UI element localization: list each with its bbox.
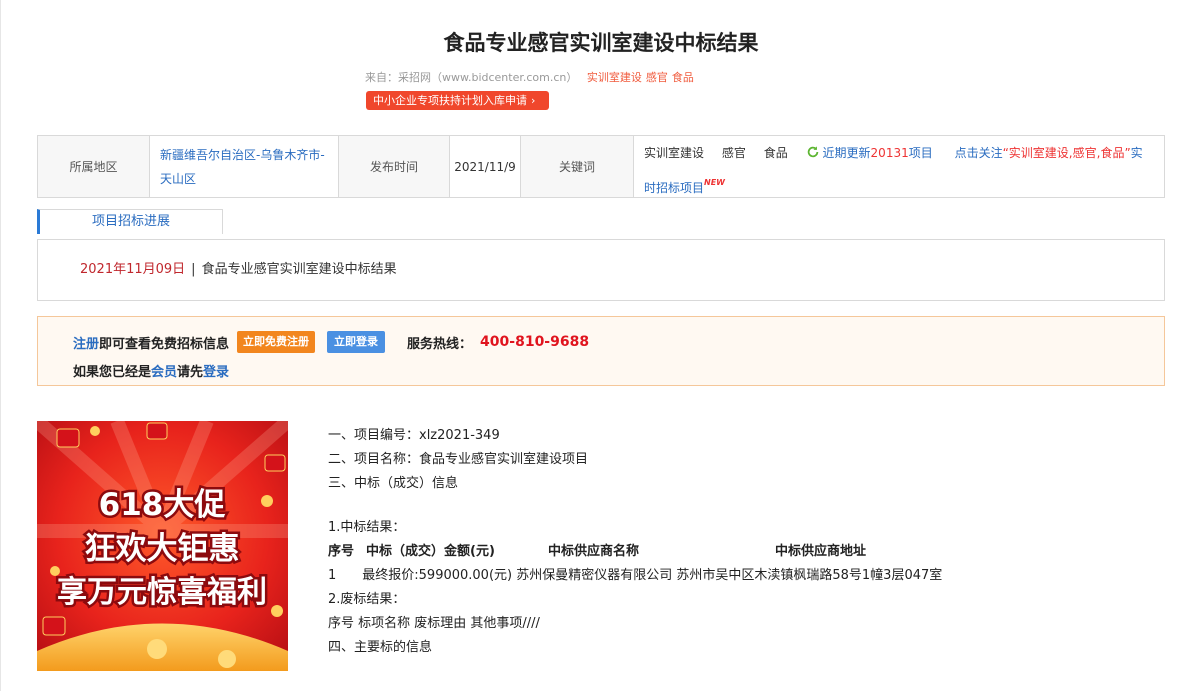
promo-banner-ad[interactable]: 618大促 狂欢大钜惠 享万元惊喜福利 bbox=[37, 421, 288, 671]
chevron-right-icon: › bbox=[531, 94, 536, 107]
member-prefix: 如果您已经是 bbox=[73, 365, 152, 380]
tag-link[interactable]: 实训室建设 bbox=[587, 71, 642, 84]
progress-date: 2021年11月09日 bbox=[80, 262, 186, 277]
new-badge: NEW bbox=[704, 178, 725, 187]
failed-bid-row: 序号 标项名称 废标理由 其他事项//// bbox=[328, 616, 540, 631]
ad-line-2: 狂欢大钜惠 bbox=[85, 531, 240, 567]
tab-bid-progress[interactable]: 项目招标进展 bbox=[37, 209, 223, 234]
recent-prefix: 近期更新 bbox=[822, 146, 871, 160]
tag-link[interactable]: 食品 bbox=[672, 71, 694, 84]
follow-keywords: “实训室建设,感官,食品” bbox=[1002, 146, 1131, 160]
ad-line-1: 618大促 bbox=[99, 487, 226, 523]
refresh-icon bbox=[807, 146, 818, 158]
sme-apply-label: 中小企业专项扶持计划入库申请 bbox=[373, 94, 527, 107]
register-text: 即可查看免费招标信息 bbox=[99, 336, 230, 352]
sme-apply-button[interactable]: 中小企业专项扶持计划入库申请 › bbox=[366, 91, 550, 110]
region-value-link[interactable]: 新疆维吾尔自治区-乌鲁木齐市-天山区 bbox=[150, 136, 339, 197]
project-number: 一、项目编号：xlz2021-349 bbox=[328, 428, 500, 443]
main-subject-heading: 四、主要标的信息 bbox=[328, 640, 433, 655]
keyword-cell: 实训室建设 感官 食品 近期更新20131项目 点击关注“实训室建设,感官,食品… bbox=[634, 136, 1164, 197]
recent-suffix: 项目 bbox=[908, 146, 933, 160]
col-amount: 中标（成交）金额(元) bbox=[366, 544, 495, 559]
time-label: 发布时间 bbox=[339, 136, 450, 197]
award-table-header: 序号 中标（成交）金额(元) 中标供应商名称 中标供应商地址 bbox=[328, 540, 942, 564]
recent-updates-link[interactable]: 近期更新20131项目 bbox=[806, 146, 937, 160]
follow-prefix: 点击关注 bbox=[954, 146, 1003, 160]
keyword-label: 关键词 bbox=[521, 136, 634, 197]
progress-separator: | bbox=[191, 262, 196, 277]
time-value: 2021/11/9 bbox=[450, 136, 521, 197]
progress-list: 2021年11月09日 | 食品专业感官实训室建设中标结果 bbox=[37, 239, 1165, 301]
region-label: 所属地区 bbox=[38, 136, 150, 197]
tag-list: 实训室建设 感官 食品 bbox=[587, 71, 698, 84]
hotline-label: 服务热线： bbox=[407, 336, 473, 352]
project-name: 二、项目名称：食品专业感官实训室建设项目 bbox=[328, 452, 589, 467]
col-supplier: 中标供应商名称 bbox=[548, 544, 640, 559]
announcement-body: 一、项目编号：xlz2021-349 二、项目名称：食品专业感官实训室建设项目 … bbox=[328, 424, 942, 660]
source-text: 来自：采招网（www.bidcenter.com.cn） bbox=[365, 71, 578, 84]
hotline-number: 400-810-9688 bbox=[480, 334, 590, 350]
member-mid: 请先 bbox=[177, 365, 204, 380]
ad-line-3: 享万元惊喜福利 bbox=[57, 575, 267, 610]
award-result-heading: 1.中标结果： bbox=[328, 520, 406, 535]
login-link[interactable]: 登录 bbox=[203, 365, 229, 380]
page-title: 食品专业感官实训室建设中标结果 bbox=[443, 31, 759, 55]
keyword-link[interactable]: 实训室建设 bbox=[644, 146, 704, 160]
award-table-row: 1 最终报价:599000.00(元) 苏州保曼精密仪器有限公司 苏州市吴中区木… bbox=[328, 568, 943, 583]
promo-banner-graphic: 618大促 狂欢大钜惠 享万元惊喜福利 bbox=[37, 421, 288, 671]
recent-count: 20131 bbox=[870, 146, 909, 160]
keyword-link[interactable]: 食品 bbox=[764, 146, 788, 160]
member-link[interactable]: 会员 bbox=[151, 365, 177, 380]
keyword-link[interactable]: 感官 bbox=[722, 146, 746, 160]
col-index: 序号 bbox=[328, 544, 355, 559]
info-table: 所属地区 新疆维吾尔自治区-乌鲁木齐市-天山区 发布时间 2021/11/9 关… bbox=[37, 135, 1165, 198]
award-info-heading: 三、中标（成交）信息 bbox=[328, 476, 459, 491]
source-line: 来自：采招网（www.bidcenter.com.cn） 实训室建设 感官 食品 bbox=[365, 69, 698, 85]
col-address: 中标供应商地址 bbox=[775, 544, 867, 559]
tag-link[interactable]: 感官 bbox=[646, 71, 668, 84]
progress-item-link[interactable]: 食品专业感官实训室建设中标结果 bbox=[202, 262, 397, 277]
failed-bid-heading: 2.废标结果： bbox=[328, 592, 406, 607]
login-prompt: 注册 即可查看免费招标信息 立即免费注册 立即登录 服务热线： 400-810-96… bbox=[37, 316, 1165, 386]
free-register-button[interactable]: 立即免费注册 bbox=[237, 331, 316, 353]
register-link[interactable]: 注册 bbox=[73, 333, 99, 352]
login-button[interactable]: 立即登录 bbox=[327, 331, 386, 353]
